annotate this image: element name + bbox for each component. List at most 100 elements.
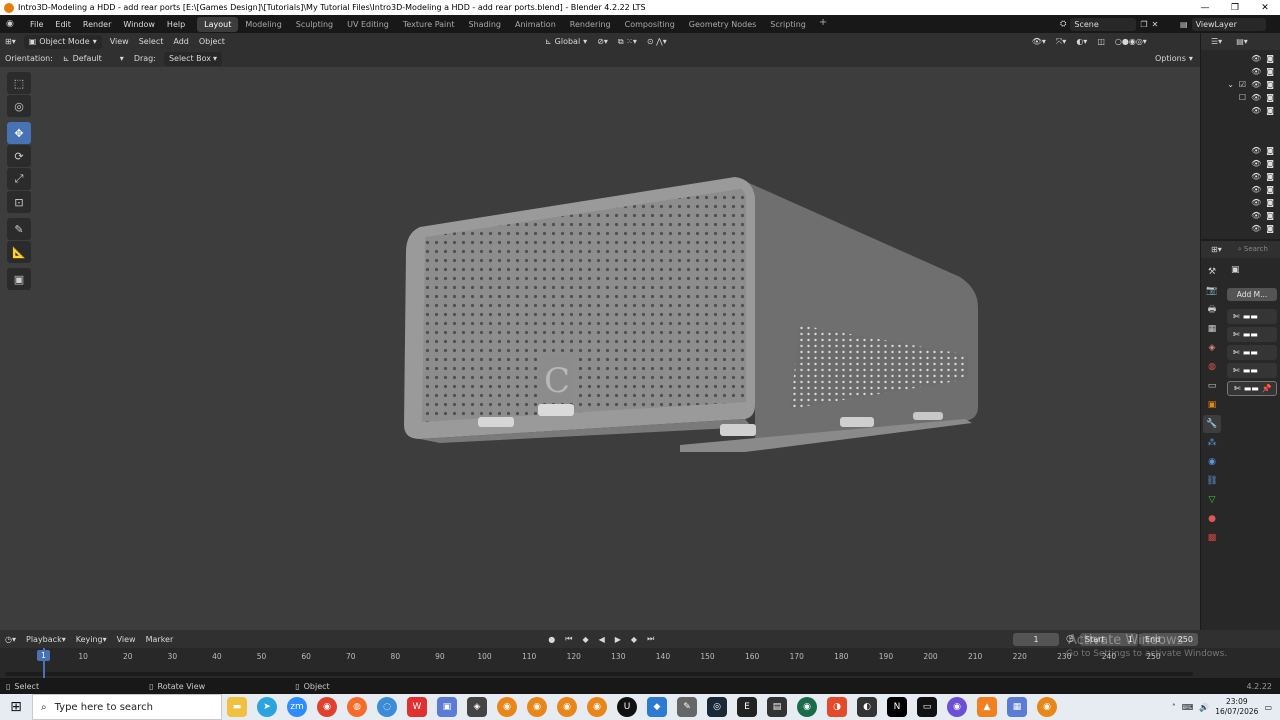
display-mode-icon[interactable]: ▤▾ <box>1236 37 1248 46</box>
expand-icon[interactable]: ⌄ <box>1227 80 1234 89</box>
eye-icon[interactable]: 👁 <box>1251 67 1261 76</box>
shading-modes-icon[interactable]: ○●◉◎▾ <box>1110 35 1152 49</box>
object-tab-icon[interactable]: ▣ <box>1203 396 1221 414</box>
app-icon[interactable]: ◉ <box>797 697 817 717</box>
physics-tab-icon[interactable]: ◉ <box>1203 453 1221 471</box>
close-button[interactable]: ✕ <box>1250 3 1280 13</box>
taskbar-search[interactable]: ⌕ Type here to search <box>32 694 222 720</box>
blender-logo-icon[interactable]: ◉ <box>6 19 20 29</box>
modifier-name-field[interactable]: ▬▬ <box>1243 348 1258 357</box>
unreal-engine-icon[interactable]: U <box>617 697 637 717</box>
properties-search[interactable]: ⌕ Search <box>1238 245 1268 254</box>
menu-edit[interactable]: Edit <box>49 20 77 29</box>
gizmo-icon[interactable]: ⤧▾ <box>1051 35 1071 49</box>
tray-expand-icon[interactable]: ˄ <box>1172 703 1176 712</box>
render-tab-icon[interactable]: 📷 <box>1203 282 1221 300</box>
camera-icon[interactable]: ◙ <box>1266 224 1274 233</box>
eye-icon[interactable]: 👁 <box>1251 80 1261 89</box>
app-icon[interactable]: ▭ <box>917 697 937 717</box>
eye-icon[interactable]: 👁 <box>1251 54 1261 63</box>
app-icon[interactable]: ▦ <box>1007 697 1027 717</box>
constraints-tab-icon[interactable]: ⛓ <box>1203 472 1221 490</box>
checkbox-icon[interactable]: ☑ <box>1239 80 1246 89</box>
add-cube-tool[interactable]: ▣ <box>7 268 31 290</box>
select-box-tool[interactable]: ⬚ <box>7 72 31 94</box>
tab-modeling[interactable]: Modeling <box>238 17 288 32</box>
app-icon[interactable]: ◑ <box>827 697 847 717</box>
modifier-row[interactable]: ✄ ▬▬ <box>1227 309 1277 324</box>
cursor-tool[interactable]: ◎ <box>7 95 31 117</box>
tab-shading[interactable]: Shading <box>461 17 508 32</box>
drag-dropdown[interactable]: Select Box ▾ <box>163 51 223 66</box>
app-icon[interactable]: ▣ <box>437 697 457 717</box>
minimize-button[interactable]: — <box>1190 3 1220 13</box>
camera-icon[interactable]: ◙ <box>1266 54 1274 63</box>
checkbox-icon[interactable]: ☐ <box>1239 93 1246 102</box>
zoom-icon[interactable]: zm <box>287 697 307 717</box>
blender-taskbar-icon[interactable]: ◉ <box>587 697 607 717</box>
menu-timeline-view[interactable]: View <box>112 632 141 646</box>
tab-layout[interactable]: Layout <box>197 16 239 32</box>
tab-compositing[interactable]: Compositing <box>618 17 682 32</box>
app-icon[interactable]: ▤ <box>767 697 787 717</box>
material-tab-icon[interactable]: ● <box>1203 510 1221 528</box>
timeline-scrollbar[interactable] <box>5 672 1193 676</box>
tab-texture-paint[interactable]: Texture Paint <box>396 17 462 32</box>
app-icon[interactable]: ◐ <box>857 697 877 717</box>
modifier-row[interactable]: ✄ ▬▬ 📌 <box>1227 381 1277 396</box>
annotate-tool[interactable]: ✎ <box>7 218 31 240</box>
app-icon[interactable]: ✎ <box>677 697 697 717</box>
measure-tool[interactable]: 📐 <box>7 241 31 263</box>
scene-field[interactable]: Scene <box>1070 17 1137 31</box>
file-explorer-icon[interactable]: ▬ <box>227 697 247 717</box>
outliner-row[interactable]: 👁 ◙ <box>1251 54 1274 63</box>
camera-icon[interactable]: ◙ <box>1266 106 1274 115</box>
blender-taskbar-icon[interactable]: ◉ <box>497 697 517 717</box>
proportional-editing-icon[interactable]: ⊙ ⋀▾ <box>642 35 672 49</box>
prev-keyframe-icon[interactable]: ◆ <box>577 632 593 646</box>
blender-taskbar-icon[interactable]: ◉ <box>1037 697 1057 717</box>
menu-file[interactable]: File <box>24 20 49 29</box>
orientation-dropdown[interactable]: ⊾ Default ▾ <box>58 52 129 66</box>
snap-icon[interactable]: ⧉ ⁙▾ <box>613 35 642 49</box>
xray-icon[interactable]: ◫ <box>1092 35 1110 49</box>
modifier-row[interactable]: ✄ ▬▬ <box>1227 327 1277 342</box>
editor-type-icon[interactable]: ⊞▾ <box>0 35 21 49</box>
camera-icon[interactable]: ◙ <box>1266 185 1274 194</box>
camera-icon[interactable]: ◙ <box>1266 172 1274 181</box>
play-icon[interactable]: ▶ <box>610 632 626 646</box>
record-icon[interactable]: ● <box>543 632 560 646</box>
view-layer-field[interactable]: ViewLayer <box>1191 17 1266 31</box>
new-scene-icon[interactable]: ❐ <box>1140 20 1147 29</box>
output-tab-icon[interactable]: 🖶 <box>1203 301 1221 319</box>
next-keyframe-icon[interactable]: ◆ <box>626 632 642 646</box>
add-workspace-icon[interactable]: + <box>813 17 833 32</box>
camera-icon[interactable]: ◙ <box>1266 211 1274 220</box>
texture-tab-icon[interactable]: ▩ <box>1203 529 1221 547</box>
eye-icon[interactable]: 👁 <box>1251 198 1261 207</box>
transform-tool[interactable]: ⊡ <box>7 191 31 213</box>
pivot-point-icon[interactable]: ⊘▾ <box>592 35 613 49</box>
outliner-row[interactable]: 👁 ◙ <box>1251 198 1274 207</box>
properties-editor-icon[interactable]: ⊞▾ <box>1211 245 1222 254</box>
notion-icon[interactable]: N <box>887 697 907 717</box>
windows-start-icon[interactable]: ⊞ <box>0 699 32 715</box>
play-reverse-icon[interactable]: ◀ <box>594 632 610 646</box>
browser-icon[interactable]: ◌ <box>377 697 397 717</box>
menu-playback[interactable]: Playback ▾ <box>21 632 71 646</box>
unity-icon[interactable]: ◈ <box>467 697 487 717</box>
modifier-name-field[interactable]: ▬▬ <box>1244 384 1259 393</box>
playhead-frame-label[interactable]: 1 <box>37 650 50 661</box>
view-layer-tab-icon[interactable]: ▦ <box>1203 320 1221 338</box>
camera-icon[interactable]: ◙ <box>1266 80 1274 89</box>
eye-icon[interactable]: 👁 <box>1251 106 1261 115</box>
tab-scripting[interactable]: Scripting <box>763 17 813 32</box>
outliner-row[interactable]: 👁 ◙ <box>1251 172 1274 181</box>
jump-end-icon[interactable]: ⏭ <box>642 632 659 646</box>
outliner-row[interactable]: 👁 ◙ <box>1251 159 1274 168</box>
eye-icon[interactable]: 👁 <box>1251 172 1261 181</box>
outliner-row[interactable]: 👁 ◙ <box>1251 67 1274 76</box>
add-modifier-button[interactable]: Add M... <box>1227 288 1277 301</box>
eye-icon[interactable]: 👁 <box>1251 185 1261 194</box>
modifier-name-field[interactable]: ▬▬ <box>1243 312 1258 321</box>
